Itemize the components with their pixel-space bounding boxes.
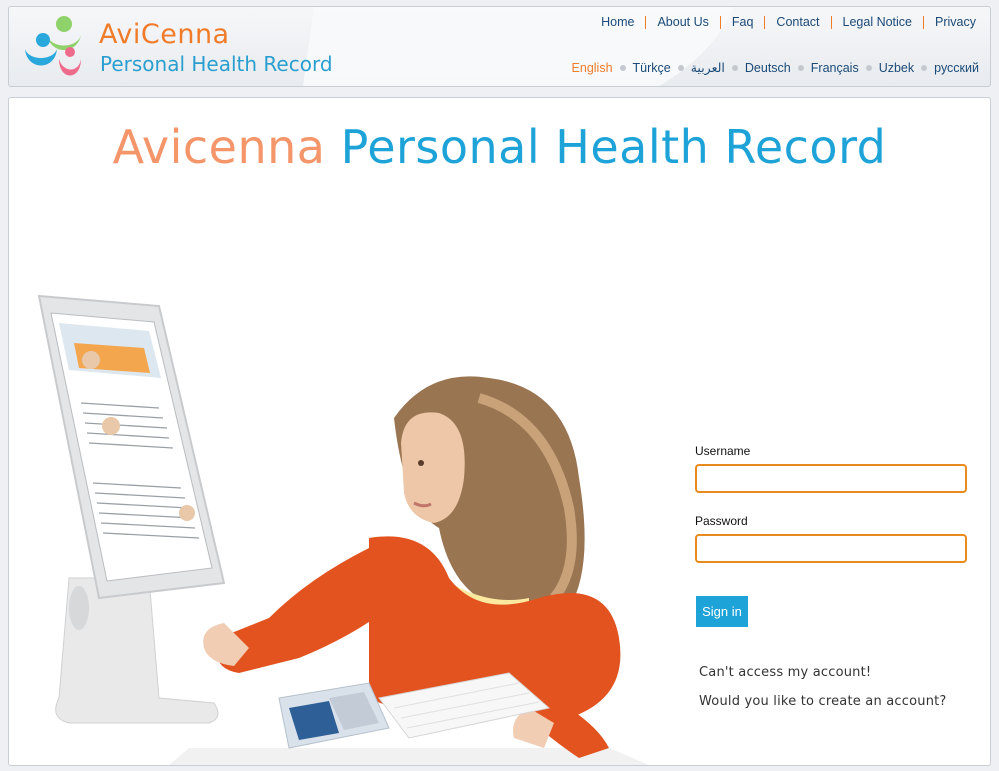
nav-contact[interactable]: Contact (765, 15, 830, 29)
brand-subtitle: Personal Health Record (100, 52, 333, 76)
site-header: AviCenna Personal Health Record Home Abo… (8, 6, 991, 87)
lang-english[interactable]: English (572, 61, 613, 75)
brand-name: AviCenna (99, 19, 230, 50)
lang-dot-icon (797, 64, 804, 71)
lang-arabic[interactable]: العربية (691, 60, 725, 75)
password-input[interactable] (695, 534, 967, 563)
account-links: Can't access my account! Would you like … (699, 665, 947, 723)
username-input[interactable] (695, 464, 967, 493)
main-panel: Avicenna Personal Health Record Username… (8, 97, 991, 766)
nav-privacy[interactable]: Privacy (924, 15, 976, 29)
lang-russian[interactable]: русский (934, 61, 979, 75)
password-field-group: Password (695, 514, 967, 563)
password-label: Password (695, 514, 748, 528)
nav-about-us[interactable]: About Us (646, 15, 719, 29)
page-title: Avicenna Personal Health Record (9, 120, 990, 174)
cant-access-account-link[interactable]: Can't access my account! (699, 665, 947, 680)
lang-dot-icon (677, 64, 684, 71)
page-title-phr: Personal Health Record (340, 120, 887, 174)
nav-faq[interactable]: Faq (721, 15, 765, 29)
lang-turkish[interactable]: Türkçe (633, 61, 671, 75)
nav-legal-notice[interactable]: Legal Notice (832, 15, 924, 29)
top-navigation: Home About Us Faq Contact Legal Notice P… (590, 15, 976, 29)
nav-home[interactable]: Home (590, 15, 645, 29)
lang-dot-icon (731, 64, 738, 71)
lang-dot-icon (865, 64, 872, 71)
login-form: Username Password Sign in (695, 444, 967, 627)
sign-in-button[interactable]: Sign in (696, 596, 748, 627)
language-selector: English Türkçe العربية Deutsch Français … (572, 60, 979, 76)
lang-german[interactable]: Deutsch (745, 61, 791, 75)
lang-dot-icon (619, 64, 626, 71)
create-account-link[interactable]: Would you like to create an account? (699, 694, 947, 709)
lang-french[interactable]: Français (811, 61, 859, 75)
username-field-group: Username (695, 444, 967, 493)
lang-uzbek[interactable]: Uzbek (879, 61, 914, 75)
avicenna-logo-icon[interactable] (21, 15, 85, 79)
hero-illustration-woman-computer (37, 294, 649, 765)
page-title-avicenna: Avicenna (112, 120, 326, 174)
username-label: Username (695, 444, 751, 458)
lang-dot-icon (921, 64, 928, 71)
